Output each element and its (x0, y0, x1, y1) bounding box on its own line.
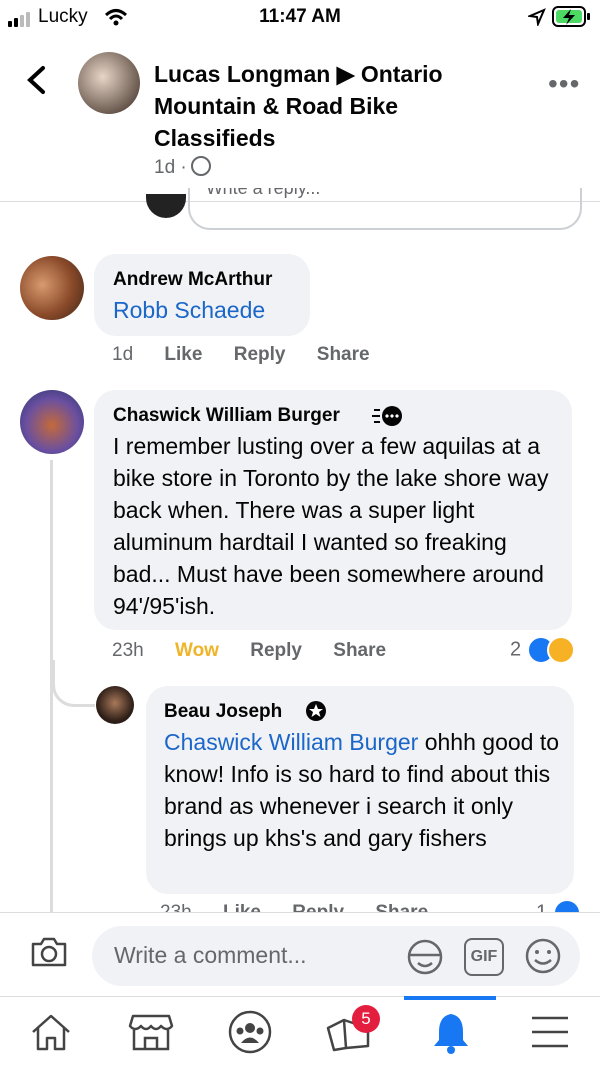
comment-text: I remember lusting over a few aquilas at… (113, 433, 549, 619)
comment-author[interactable]: Andrew McArthur (113, 269, 272, 291)
active-tab-indicator (404, 996, 496, 1000)
reaction-summary[interactable]: 2 (510, 636, 575, 664)
share-button[interactable]: Share (375, 902, 428, 912)
comment-time: 23h (112, 640, 144, 661)
poster-avatar[interactable] (78, 52, 140, 114)
groups-icon[interactable] (227, 1010, 273, 1054)
reply-connector (52, 660, 95, 707)
avatar[interactable] (20, 256, 84, 320)
mention-link[interactable]: Chaswick William Burger (164, 729, 418, 755)
reaction-summary[interactable]: 1 (536, 899, 581, 912)
post-meta: 1d · (154, 156, 211, 179)
reply-button[interactable]: Reply (292, 902, 344, 912)
comment-placeholder: Write a comment... (114, 942, 307, 968)
mention-link[interactable]: Robb Schaede (113, 294, 265, 326)
status-bar: Lucky 11:47 AM (0, 0, 600, 34)
comment-actions: 1d Like Reply Share (112, 344, 396, 366)
sticker-icon[interactable] (406, 937, 446, 975)
tab-bar (0, 996, 600, 1069)
camera-icon[interactable] (30, 936, 68, 968)
reaction-count: 1 (536, 901, 547, 912)
wow-reaction-icon (546, 636, 575, 664)
reply-placeholder: Write a reply... (206, 188, 321, 198)
back-button[interactable] (25, 65, 47, 104)
share-button[interactable]: Share (317, 344, 370, 365)
bell-icon[interactable] (432, 1010, 470, 1054)
home-icon[interactable] (29, 1012, 73, 1052)
comment-bubble: Beau Joseph Chaswick William Burger ohhh… (146, 686, 574, 894)
avatar[interactable] (20, 390, 84, 454)
wow-button[interactable]: Wow (175, 640, 219, 661)
more-options-button[interactable]: ••• (548, 68, 580, 100)
comment-bubble: Chaswick William Burger I remember lusti… (94, 390, 572, 630)
avatar (146, 194, 186, 218)
comment-actions: 23h Wow Reply Share (112, 640, 412, 662)
post-time: 1d · (154, 157, 187, 178)
comment-actions-clipped: 23h Like Reply Share 1 (146, 896, 600, 912)
battery-icon (552, 6, 590, 27)
reply-button[interactable]: Reply (250, 640, 302, 661)
top-fan-badge-icon (372, 406, 402, 426)
globe-icon (190, 156, 211, 176)
gif-button[interactable]: GIF (464, 938, 504, 976)
reply-button[interactable]: Reply (234, 344, 286, 365)
marketplace-icon[interactable] (128, 1012, 174, 1052)
comment-time: 23h (160, 902, 192, 912)
comment-bubble: Andrew McArthur Robb Schaede (94, 254, 310, 336)
award-badge-icon (306, 701, 326, 721)
menu-icon[interactable] (530, 1015, 570, 1049)
emoji-icon[interactable] (524, 937, 562, 975)
comment-text: Chaswick William Burger ohhh good to kno… (164, 726, 564, 854)
composer-divider (0, 912, 600, 913)
reaction-count: 2 (510, 638, 522, 661)
reply-input[interactable]: Write a reply... (188, 188, 582, 230)
comment-time: 1d (112, 344, 134, 365)
like-button[interactable]: Like (223, 902, 261, 912)
share-button[interactable]: Share (333, 640, 386, 661)
location-arrow-icon (528, 8, 546, 26)
avatar[interactable] (96, 686, 134, 724)
comment-author[interactable]: Chaswick William Burger (113, 405, 340, 427)
chevron-left-icon (27, 66, 45, 94)
notifications-badge: 5 (352, 1005, 380, 1033)
like-reaction-icon (552, 899, 581, 912)
like-button[interactable]: Like (164, 344, 202, 365)
post-title[interactable]: Lucas Longman ▶ Ontario Mountain & Road … (154, 58, 494, 154)
clock: 11:47 AM (259, 6, 341, 27)
comment-author[interactable]: Beau Joseph (164, 701, 282, 723)
